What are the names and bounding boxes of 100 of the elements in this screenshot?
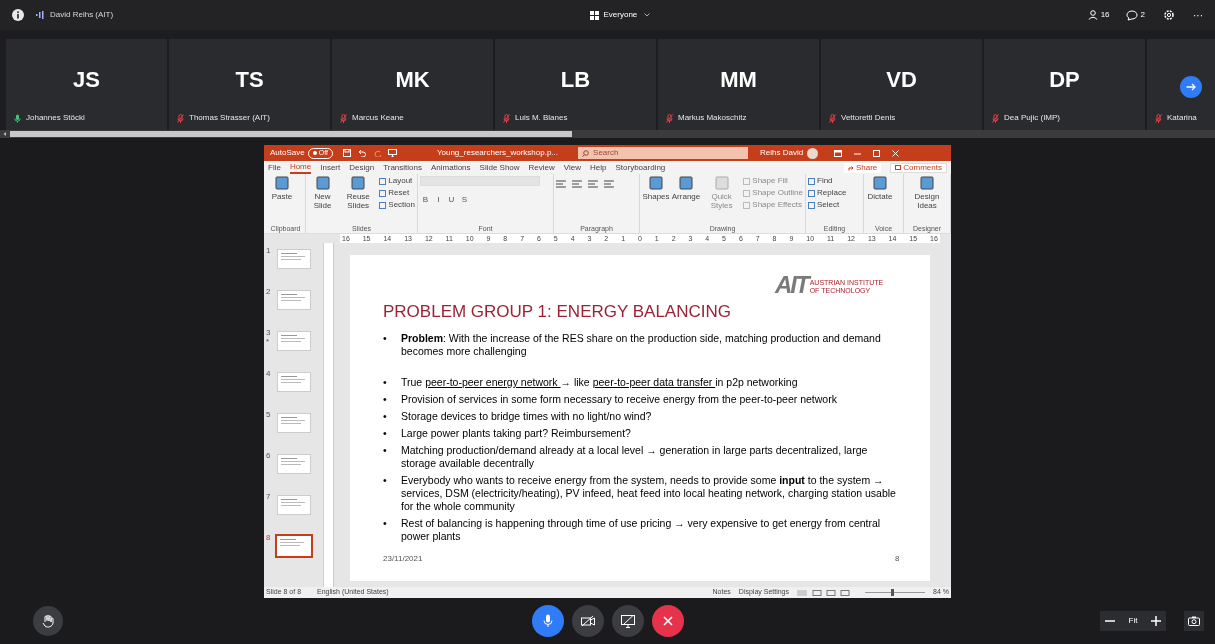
ribbon-tab[interactable]: Transitions [383, 161, 422, 174]
participant-initials: VD [886, 69, 917, 91]
slide-page-number: 8 [895, 553, 900, 565]
settings-icon[interactable] [1163, 9, 1175, 21]
participants-button[interactable]: 16 [1087, 9, 1110, 21]
bullet-marker: • [383, 393, 388, 406]
screenshot-button[interactable] [1184, 611, 1204, 631]
raise-hand-button[interactable] [33, 606, 63, 636]
leave-button[interactable] [652, 605, 684, 637]
participant-name: Luis M. Blanes [515, 112, 568, 124]
close-icon [663, 616, 673, 626]
ribbon-button[interactable]: Section [379, 200, 415, 210]
ribbon-tab[interactable]: File [268, 161, 281, 174]
bullet-marker: • [383, 332, 388, 346]
ribbon-button[interactable]: Find [808, 176, 847, 186]
presenter-name: David Reihs (AIT) [50, 9, 114, 21]
slide-bullet: Everybody who wants to receive energy from the system, needs to provide some input to the system → services, DSM (electricity/heating), PV infeed, heat feed into local heating network, charging station usable for the whole community [401, 474, 897, 513]
participant-initials: TS [235, 69, 264, 91]
format-button[interactable]: B [420, 194, 431, 206]
person-icon [1087, 10, 1098, 20]
slide-number: 3 [266, 327, 272, 339]
slide-number: 5 [266, 409, 272, 421]
ribbon-button[interactable]: Arrange [672, 176, 700, 201]
minus-icon [1105, 620, 1115, 622]
caret-icon [644, 13, 651, 17]
share-button[interactable]: Share [843, 162, 882, 173]
ribbon-tab[interactable]: Storyboarding [615, 161, 666, 174]
slide-thumbnail[interactable] [277, 536, 311, 556]
ribbon-button[interactable]: Paste [268, 176, 296, 201]
slide-number: 6 [266, 450, 272, 462]
bullet-marker: • [383, 517, 388, 531]
bullet-marker: • [383, 410, 388, 423]
info-icon[interactable] [12, 9, 24, 21]
participant-name: Johannes Stöckl [26, 112, 85, 124]
slide-number: 8 [266, 532, 272, 544]
close-icon[interactable] [892, 149, 900, 157]
ribbon-button[interactable]: Shapes [642, 176, 670, 201]
chat-bubble-icon [1125, 9, 1138, 21]
maximize-icon[interactable] [873, 149, 881, 157]
shape-icon [920, 176, 934, 190]
ribbon-button[interactable]: New Slide [308, 176, 338, 210]
ribbon-button[interactable]: Reuse Slides [339, 176, 378, 210]
format-button[interactable]: U [446, 194, 457, 206]
format-button[interactable]: S [459, 194, 470, 206]
chat-button[interactable]: 2 [1125, 9, 1145, 21]
zoom-fit-button[interactable]: Fit [1120, 611, 1146, 631]
slide-thumbnail[interactable] [277, 413, 311, 433]
slide-number: 7 [266, 491, 272, 503]
participant-initials: MM [720, 69, 757, 91]
undo-icon[interactable] [356, 149, 366, 157]
slide-bullet: Provision of services in some form necessary to receive energy from the peer-to-peer network [401, 393, 837, 406]
more-button[interactable]: ··· [1193, 7, 1203, 23]
ribbon-tab[interactable]: Animations [431, 161, 471, 174]
ribbon-button[interactable]: Replace [808, 188, 847, 198]
participant-initials: LB [560, 69, 591, 91]
participant-name: Marcus Keane [352, 112, 404, 124]
scrollbar-thumb[interactable] [10, 131, 572, 137]
save-icon[interactable] [342, 149, 351, 157]
ribbon-tab[interactable]: Design [349, 161, 375, 174]
zoom-slider-thumb[interactable] [891, 589, 895, 596]
slide-thumbnail[interactable] [277, 454, 311, 474]
present-icon[interactable] [387, 149, 397, 157]
ribbon-display-icon[interactable] [834, 149, 843, 157]
search-field[interactable]: Search [578, 147, 749, 159]
arrow-right-icon [1186, 83, 1196, 91]
participant-initials: MK [395, 69, 430, 91]
user-name: Reihs David [760, 147, 804, 159]
camera-button[interactable] [572, 605, 604, 637]
ribbon-button[interactable]: Select [808, 200, 847, 210]
slide-thumbnail[interactable] [277, 495, 311, 515]
ribbon-button[interactable]: Design Ideas [906, 176, 948, 210]
grid-icon [590, 10, 600, 20]
file-name: Young_researchers_workshop.p... [436, 147, 559, 159]
comments-button[interactable]: Comments [890, 162, 947, 173]
format-button[interactable]: I [433, 194, 444, 206]
ribbon-tab[interactable]: Review [528, 161, 555, 174]
ribbon-tab[interactable]: View [563, 161, 582, 174]
ribbon-button[interactable]: Layout [379, 176, 415, 186]
participant-name: Thomas Strasser (AIT) [189, 112, 270, 124]
ribbon-button[interactable]: Dictate [866, 176, 894, 201]
animation-mark: * [266, 339, 271, 345]
slide-thumbnail[interactable] [277, 249, 311, 269]
slide-thumbnail[interactable] [277, 290, 311, 310]
plus-icon [1151, 616, 1161, 626]
ribbon-button[interactable]: Reset [379, 188, 415, 198]
hand-icon [42, 614, 54, 628]
bullet-marker: • [383, 376, 388, 389]
ribbon-tab[interactable]: Help [590, 161, 607, 174]
slide-bullet: Problem: With the increase of the RES share on the production side, matching production and demand becomes more challenging [401, 332, 882, 358]
share-screen-button[interactable] [612, 605, 644, 637]
audience-dropdown[interactable]: Everyone [590, 9, 651, 21]
slide-thumbnail[interactable] [277, 331, 311, 351]
slide-thumbnail[interactable] [277, 372, 311, 392]
microphone-button[interactable] [532, 605, 564, 637]
shape-icon [351, 176, 366, 190]
ribbon-tab[interactable]: Slide Show [479, 161, 520, 174]
slide-bullet: Rest of balancing is happening through time of use pricing → very expensive to get energy from central power plants [401, 517, 882, 543]
slide-number: 1 [266, 245, 272, 257]
slide-bullet: Matching production/demand already at a local level → generation in large parts decentralized, large storage available decentrally [401, 444, 869, 470]
ribbon-tab[interactable]: Insert [320, 161, 341, 174]
